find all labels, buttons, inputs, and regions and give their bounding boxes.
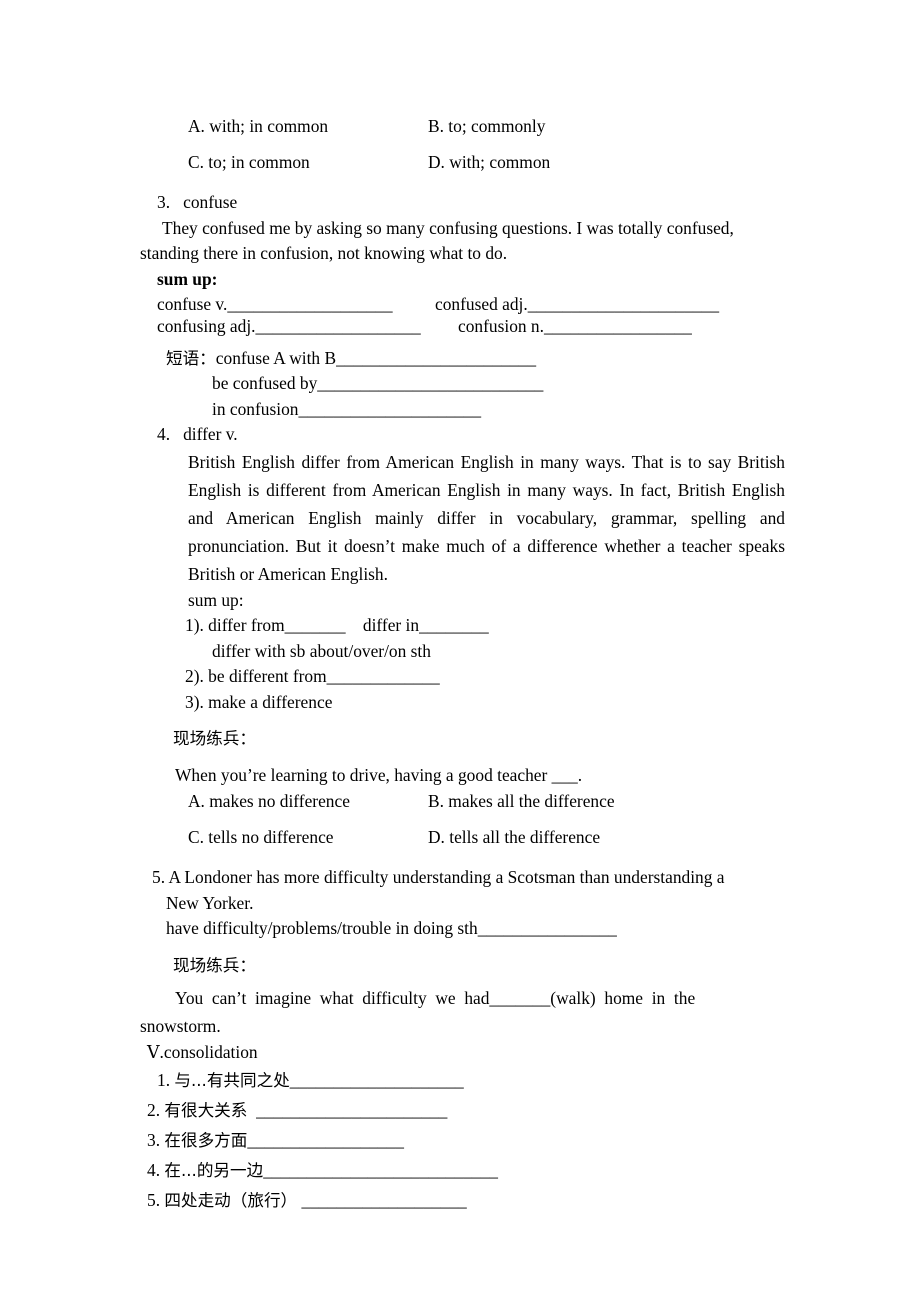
item4-practice-label: 现场练兵：: [173, 729, 256, 748]
item3-phrases-row2: be confused by__________________________: [140, 371, 785, 397]
item4-practice-row-cd: C. tells no difference D. tells all the …: [140, 828, 785, 865]
consolidation-3-blank[interactable]: __________________: [247, 1130, 404, 1150]
practice-option-c[interactable]: C. tells no difference: [188, 828, 334, 846]
item3-phrases-row3: in confusion_____________________: [140, 397, 785, 423]
phrases-label: 短语：: [166, 348, 216, 368]
confusing-adj-blank[interactable]: ___________________: [256, 316, 421, 336]
confusion-noun-label: confusion n.: [458, 315, 544, 336]
item4-practice-question: When you’re learning to drive, having a …: [175, 765, 583, 785]
differ-from-label: 1). differ from: [185, 615, 285, 635]
practice-option-a[interactable]: A. makes no difference: [188, 792, 350, 810]
item4-practice-row-ab: A. makes no difference B. makes all the …: [140, 792, 785, 829]
consolidation-2-blank[interactable]: ______________________: [256, 1100, 447, 1120]
consolidation-heading: Ⅴ.consolidation: [147, 1041, 258, 1062]
item3-heading: 3. confuse: [140, 190, 785, 216]
item5-practice-line2: snowstorm.: [140, 1015, 221, 1036]
phrase-2-text: be confused by: [212, 373, 318, 393]
confused-adj-form: confused adj.______________________: [435, 292, 719, 318]
differ-in-blank[interactable]: ________: [419, 615, 489, 635]
item3-example-line2: standing there in confusion, not knowing…: [140, 243, 508, 263]
phrase-2-blank[interactable]: __________________________: [317, 373, 543, 393]
option-c[interactable]: C. to; in common: [188, 153, 310, 171]
item3-spacer: [170, 192, 183, 212]
consolidation-4-text: 在...的另一边: [164, 1161, 264, 1180]
phrase-3-text: in confusion: [212, 398, 299, 419]
item5-practice-label: 现场练兵：: [173, 955, 256, 975]
item3-number: 3.: [157, 192, 171, 212]
item5-sentence-text: A Londoner has more difficulty understan…: [168, 867, 725, 887]
consolidation-item-5: 5. 四处走动（旅行） ___________________: [140, 1185, 785, 1215]
consolidation-2-number: 2.: [147, 1100, 161, 1120]
item4-paragraph: British English differ from American Eng…: [140, 448, 785, 588]
item3-sum-up-label: sum up:: [157, 268, 218, 289]
consolidation-2-gap: [247, 1100, 256, 1120]
item4-sumup-4: 3). make a difference: [185, 691, 333, 712]
confuse-verb-blank[interactable]: ___________________: [227, 294, 392, 314]
consolidation-5-number: 5.: [147, 1190, 161, 1210]
consolidation-1-text: 与...有共同之处: [174, 1071, 290, 1090]
phrase-1-text: confuse A with B: [215, 347, 337, 368]
confused-adj-blank[interactable]: ______________________: [528, 294, 719, 314]
item4-sumup-3: 2). be different from_____________: [140, 664, 785, 690]
practice-option-d[interactable]: D. tells all the difference: [428, 828, 600, 846]
confusing-adj-form: confusing adj.___________________: [157, 315, 421, 336]
consolidation-5-text: 四处走动（旅行）: [164, 1191, 298, 1210]
consolidation-3-text: 在很多方面: [164, 1131, 248, 1150]
consolidation-3-number: 3.: [147, 1130, 161, 1150]
be-different-from-label: 2). be different from: [185, 666, 327, 686]
phrase-3-blank[interactable]: _____________________: [298, 399, 481, 419]
confusion-noun-blank[interactable]: _________________: [544, 316, 692, 336]
consolidation-1-blank[interactable]: ____________________: [290, 1070, 464, 1090]
item3-example-line1: They confused me by asking so many confu…: [162, 217, 734, 238]
item5-pattern-blank[interactable]: ________________: [478, 918, 617, 938]
consolidation-item-4: 4. 在...的另一边___________________________: [140, 1155, 785, 1185]
document-body: A. with; in common B. to; commonly C. to…: [140, 117, 785, 1215]
item5-practice-line1: You can’t imagine what difficulty we had…: [175, 987, 696, 1008]
item4-word: differ v.: [183, 424, 238, 444]
consolidation-4-number: 4.: [147, 1160, 161, 1180]
item4-spacer: [170, 424, 183, 444]
consolidation-2-text: 有很大关系: [164, 1101, 248, 1120]
option-b[interactable]: B. to; commonly: [428, 117, 545, 135]
consolidation-item-3: 3. 在很多方面__________________: [140, 1125, 785, 1155]
item5-sentence-line2: New Yorker.: [166, 892, 254, 913]
confuse-verb-form: confuse v.___________________: [157, 292, 393, 318]
consolidation-item-1: 1. 与...有共同之处____________________: [140, 1065, 785, 1095]
option-a[interactable]: A. with; in common: [188, 117, 328, 135]
item4-sum-up-label: sum up:: [188, 589, 244, 610]
practice-option-b[interactable]: B. makes all the difference: [428, 792, 615, 810]
item3-forms-row1: confuse v.___________________ confused a…: [140, 292, 785, 318]
item4-paragraph-text: British English differ from American Eng…: [188, 451, 785, 584]
item4-sumup-1: 1). differ from_______ differ in________: [140, 613, 785, 639]
confuse-verb-label: confuse v.: [157, 294, 228, 314]
question2-option-row-cd: C. to; in common D. with; common: [140, 153, 785, 190]
differ-in-label: differ in: [362, 615, 420, 635]
document-page: A. with; in common B. to; commonly C. to…: [0, 0, 920, 1302]
item5-pattern: have difficulty/problems/trouble in doin…: [140, 916, 785, 942]
option-d[interactable]: D. with; common: [428, 153, 550, 171]
item4-sumup-2: differ with sb about/over/on sth: [212, 640, 431, 661]
item5-pattern-text: have difficulty/problems/trouble in doin…: [166, 918, 478, 938]
question2-option-row-ab: A. with; in common B. to; commonly: [140, 117, 785, 154]
item4-heading: 4. differ v.: [140, 422, 785, 448]
phrase-1-blank[interactable]: _______________________: [336, 348, 536, 368]
item5-sentence-line1: 5. A Londoner has more difficulty unders…: [140, 865, 785, 891]
item4-number: 4.: [157, 424, 171, 444]
differ-from-blank[interactable]: _______: [285, 615, 346, 635]
item5-number: 5.: [152, 867, 166, 887]
be-different-from-blank[interactable]: _____________: [327, 666, 440, 686]
consolidation-4-blank[interactable]: ___________________________: [263, 1160, 498, 1180]
consolidation-5-blank[interactable]: ___________________: [302, 1190, 467, 1210]
confusing-adj-label: confusing adj.: [157, 315, 256, 336]
confusion-noun-form: confusion n._________________: [458, 315, 692, 336]
sumup-1-gap: [346, 615, 363, 635]
item3-word: confuse: [183, 192, 238, 212]
consolidation-1-number: 1.: [157, 1070, 171, 1090]
item3-phrases-row1: 短语：confuse A with B_____________________…: [140, 346, 785, 372]
confused-adj-label: confused adj.: [435, 294, 528, 314]
item3-forms-row2: confusing adj.___________________ confus…: [140, 315, 785, 346]
consolidation-item-2: 2. 有很大关系 ______________________: [140, 1095, 785, 1125]
